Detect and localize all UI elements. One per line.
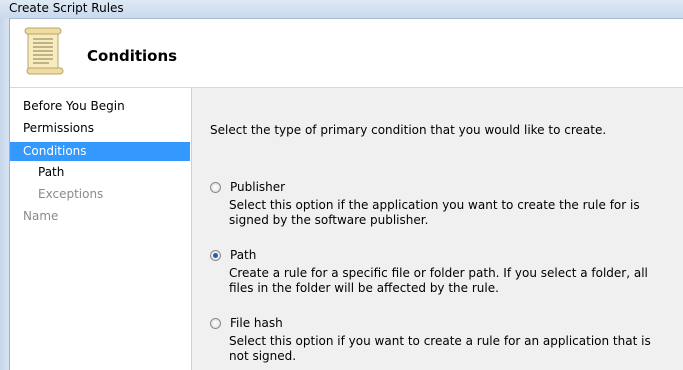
publisher-radio[interactable]: [210, 182, 221, 193]
nav-item-permissions[interactable]: Permissions: [10, 119, 190, 138]
path-description: Create a rule for a specific file or fol…: [229, 266, 648, 295]
file-hash-radio[interactable]: [210, 318, 221, 329]
nav-item-exceptions: Exceptions: [38, 187, 104, 201]
nav-item-name: Name: [23, 209, 59, 223]
nav-item-conditions[interactable]: Conditions: [10, 142, 190, 161]
window-title: Create Script Rules: [9, 1, 124, 15]
publisher-description: Select this option if the application yo…: [229, 198, 640, 227]
file-hash-label[interactable]: File hash: [230, 316, 283, 330]
option-publisher[interactable]: Publisher Select this option if the appl…: [210, 180, 676, 230]
wizard-header: Conditions: [10, 19, 683, 88]
create-script-rules-window: Create Script Rules Conditions Before Yo…: [0, 0, 683, 370]
title-bar[interactable]: Create Script Rules: [0, 0, 683, 19]
nav-item-path[interactable]: Path: [10, 163, 190, 182]
nav-item-before-you-begin[interactable]: Before You Begin: [10, 97, 190, 116]
window-frame: [0, 18, 10, 370]
page-title: Conditions: [87, 47, 178, 65]
instruction-text: Select the type of primary condition tha…: [210, 123, 607, 137]
conditions-panel: Select the type of primary condition tha…: [192, 88, 683, 370]
wizard-steps-nav: Before You Begin Permissions Conditions …: [10, 88, 192, 370]
option-file-hash[interactable]: File hash Select this option if you want…: [210, 316, 676, 363]
file-hash-description: Select this option if you want to create…: [229, 334, 651, 363]
option-path[interactable]: Path Create a rule for a specific file o…: [210, 248, 676, 298]
path-radio[interactable]: [210, 250, 221, 261]
scroll-icon: [24, 27, 64, 75]
path-label[interactable]: Path: [230, 248, 256, 262]
publisher-label[interactable]: Publisher: [230, 180, 285, 194]
